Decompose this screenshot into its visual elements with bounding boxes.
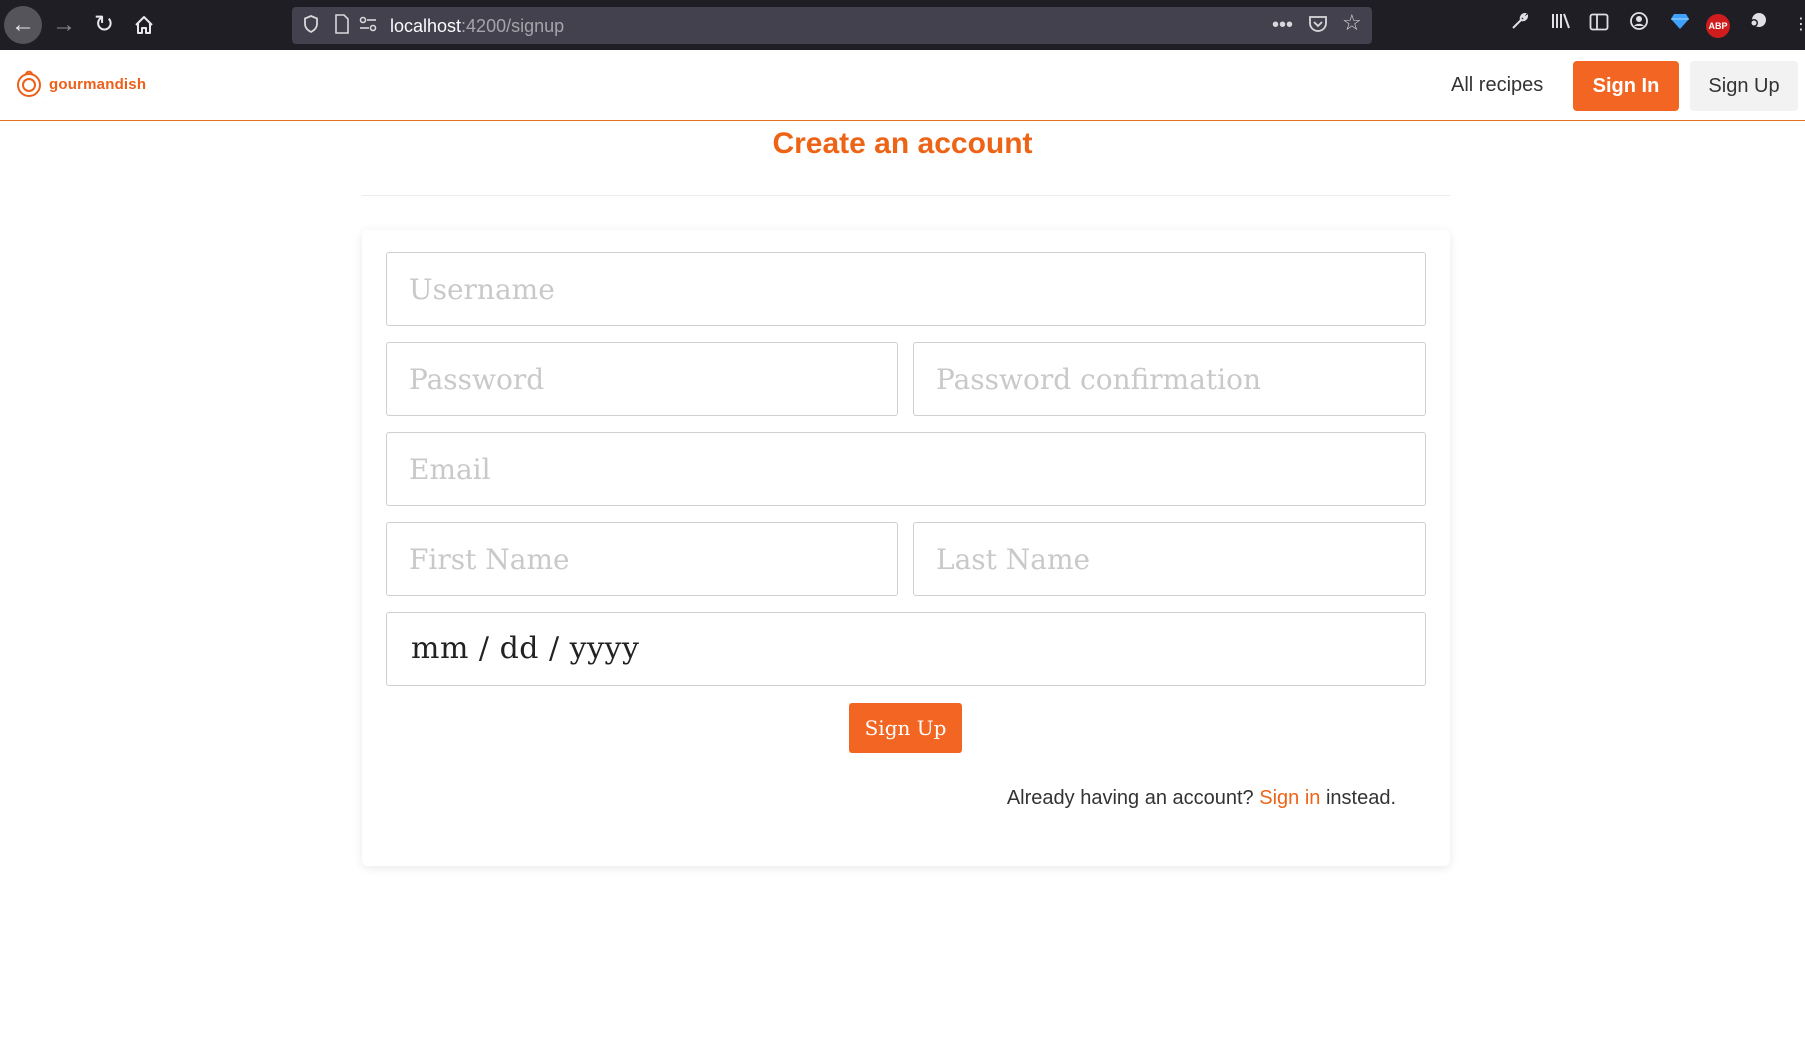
page-title: Create an account <box>772 127 1033 160</box>
first-name-input[interactable] <box>387 523 897 595</box>
shield-icon[interactable] <box>302 14 320 39</box>
nav-sign-up-button[interactable]: Sign Up <box>1690 61 1798 111</box>
sign-in-prompt-suffix: instead. <box>1320 787 1396 809</box>
password-field[interactable] <box>386 342 898 416</box>
forward-arrow-icon[interactable]: → <box>46 7 82 43</box>
permissions-icon[interactable] <box>358 14 378 39</box>
reload-icon[interactable]: ↻ <box>86 7 122 43</box>
url-host: localhost <box>390 16 462 36</box>
back-arrow-icon[interactable]: ← <box>4 6 42 44</box>
email-field[interactable] <box>386 432 1426 506</box>
sign-in-link[interactable]: Sign in <box>1259 787 1320 809</box>
birthdate-field[interactable]: mm / dd / yyyy <box>386 612 1426 686</box>
brand-name: gourmandish <box>49 75 147 93</box>
sign-in-prompt-prefix: Already having an account? <box>1006 787 1260 809</box>
sign-in-prompt: Already having an account? Sign in inste… <box>1007 787 1396 810</box>
sign-up-submit-button[interactable]: Sign Up <box>849 703 962 753</box>
username-input[interactable] <box>387 253 1425 325</box>
last-name-input[interactable] <box>914 523 1425 595</box>
email-input[interactable] <box>387 433 1425 505</box>
url-path: :4200/signup <box>461 16 565 36</box>
more-actions-icon[interactable]: ••• <box>1272 14 1293 36</box>
password-input[interactable] <box>387 343 897 415</box>
brand-link[interactable]: gourmandish <box>15 70 146 98</box>
nav-all-recipes-link[interactable]: All recipes <box>1451 74 1543 97</box>
password-confirmation-field[interactable] <box>913 342 1426 416</box>
gem-extension-icon[interactable] <box>1665 10 1695 40</box>
brand-logo-icon <box>17 70 41 97</box>
birthdate-input[interactable]: mm / dd / yyyy <box>411 631 639 666</box>
extension-puzzle-icon[interactable] <box>1743 10 1773 40</box>
title-divider <box>362 195 1450 196</box>
first-name-field[interactable] <box>386 522 898 596</box>
sidebar-icon[interactable] <box>1584 10 1614 40</box>
browser-toolbar: ← → ↻ localhost:4200/signup ••• ☆ ABP ⋮ <box>0 0 1805 50</box>
library-icon[interactable] <box>1546 10 1576 40</box>
nav-sign-in-button[interactable]: Sign In <box>1573 61 1679 111</box>
home-icon[interactable] <box>126 7 162 43</box>
wrench-icon[interactable] <box>1505 10 1535 40</box>
pocket-icon[interactable] <box>1308 14 1328 39</box>
password-confirmation-input[interactable] <box>914 343 1425 415</box>
menu-overflow-icon[interactable]: ⋮ <box>1786 10 1805 40</box>
site-navbar: gourmandish All recipes Sign In Sign Up <box>0 50 1805 121</box>
address-bar[interactable]: localhost:4200/signup ••• ☆ <box>292 7 1372 44</box>
last-name-field[interactable] <box>913 522 1426 596</box>
account-icon[interactable] <box>1624 10 1654 40</box>
page-icon <box>334 14 350 39</box>
adblock-icon[interactable]: ABP <box>1706 14 1730 38</box>
bookmark-star-icon[interactable]: ☆ <box>1342 12 1362 34</box>
url-text[interactable]: localhost:4200/signup <box>390 16 564 37</box>
username-field[interactable] <box>386 252 1426 326</box>
